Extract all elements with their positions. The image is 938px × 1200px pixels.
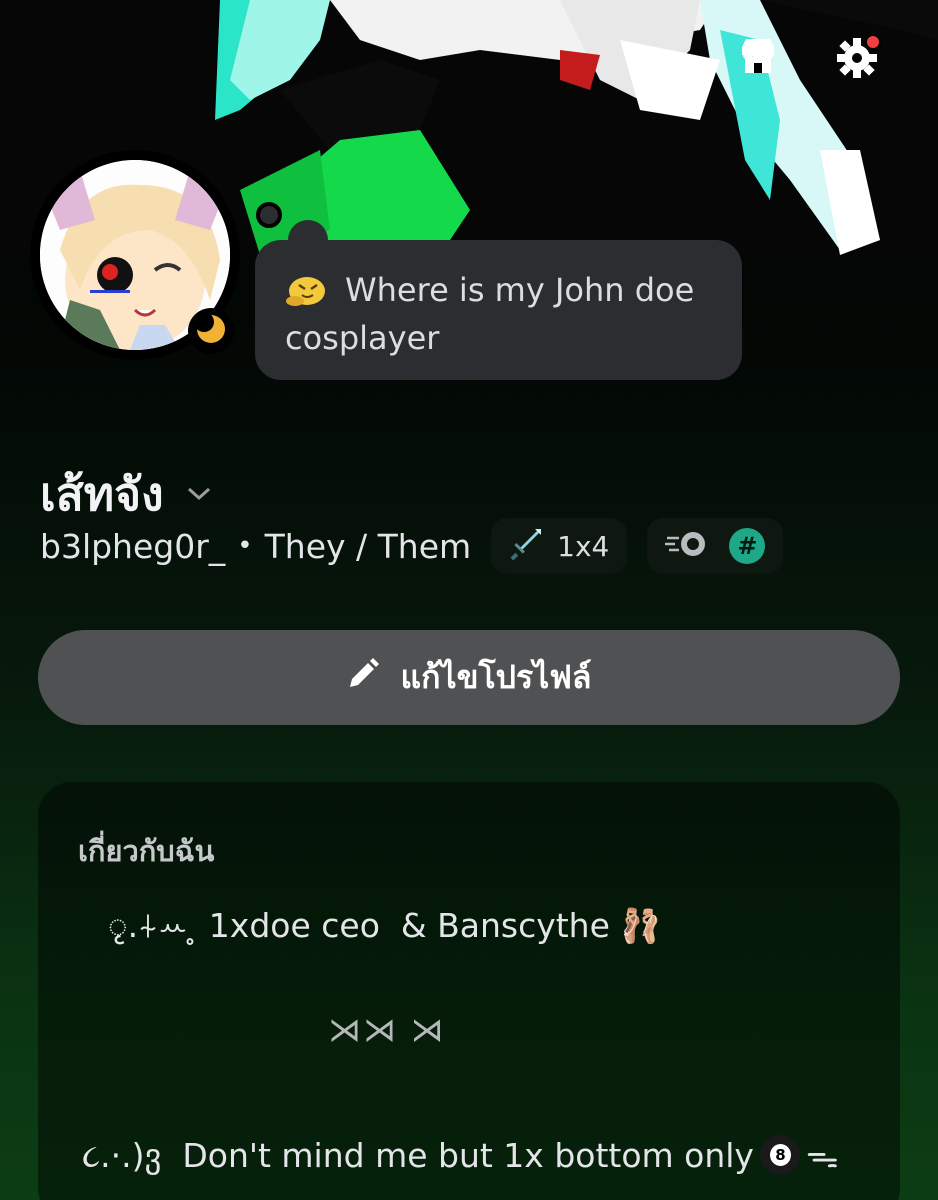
about-me-title: เกี่ยวกับฉัน [78, 834, 215, 868]
settings-button[interactable] [823, 22, 895, 94]
edit-profile-button[interactable]: แก้ไขโปรไฟล์ [38, 630, 900, 725]
identity-row: b3lpheg0r_ • They / Them 1x4 # [40, 518, 784, 574]
notification-dot [867, 36, 879, 48]
bio-line: ૮.·.)ვ Don't mind me but 1x bottom only 8… [82, 1132, 839, 1177]
shop-button[interactable] [722, 22, 794, 94]
blob-emoji-icon [285, 272, 327, 306]
thought-dot-small [256, 202, 282, 228]
chevron-down-icon[interactable] [186, 486, 212, 506]
clan-tag[interactable]: 1x4 [491, 518, 628, 574]
bio-line-suffix: ᯓ [805, 1136, 839, 1175]
about-me-card: เกี่ยวกับฉัน ृ.⍭ꕀ ̥ 1xdoe ceo & Banscyth… [38, 782, 900, 1200]
separator-dot: • [237, 531, 253, 561]
8-ball-icon: 8 [759, 1135, 800, 1175]
pronouns: They / Them [264, 526, 472, 566]
bio-line-text: ૮.·.)ვ Don't mind me but 1x bottom only [82, 1136, 754, 1175]
custom-status-text: Where is my John doe cosplayer [285, 271, 695, 357]
badges-pill[interactable]: # [647, 518, 784, 574]
username: b3lpheg0r_ [40, 526, 226, 566]
status-indicator [188, 308, 234, 354]
shop-icon [738, 37, 778, 79]
edit-profile-label: แก้ไขโปรไฟล์ [400, 658, 592, 696]
nitro-icon[interactable] [665, 530, 709, 562]
custom-status-bubble[interactable]: Where is my John doe cosplayer [255, 240, 742, 380]
clan-tag-label: 1x4 [557, 529, 610, 563]
bio-line: ⋊⋊ ⋊ [328, 1010, 446, 1049]
bio-line: ृ.⍭ꕀ ̥ 1xdoe ceo & Banscythe 🩰 [108, 906, 662, 945]
sword-icon [509, 527, 543, 565]
gear-icon [835, 32, 883, 84]
pencil-icon [346, 657, 400, 699]
hashtag-badge[interactable]: # [729, 528, 766, 564]
moon-idle-icon [194, 312, 227, 349]
